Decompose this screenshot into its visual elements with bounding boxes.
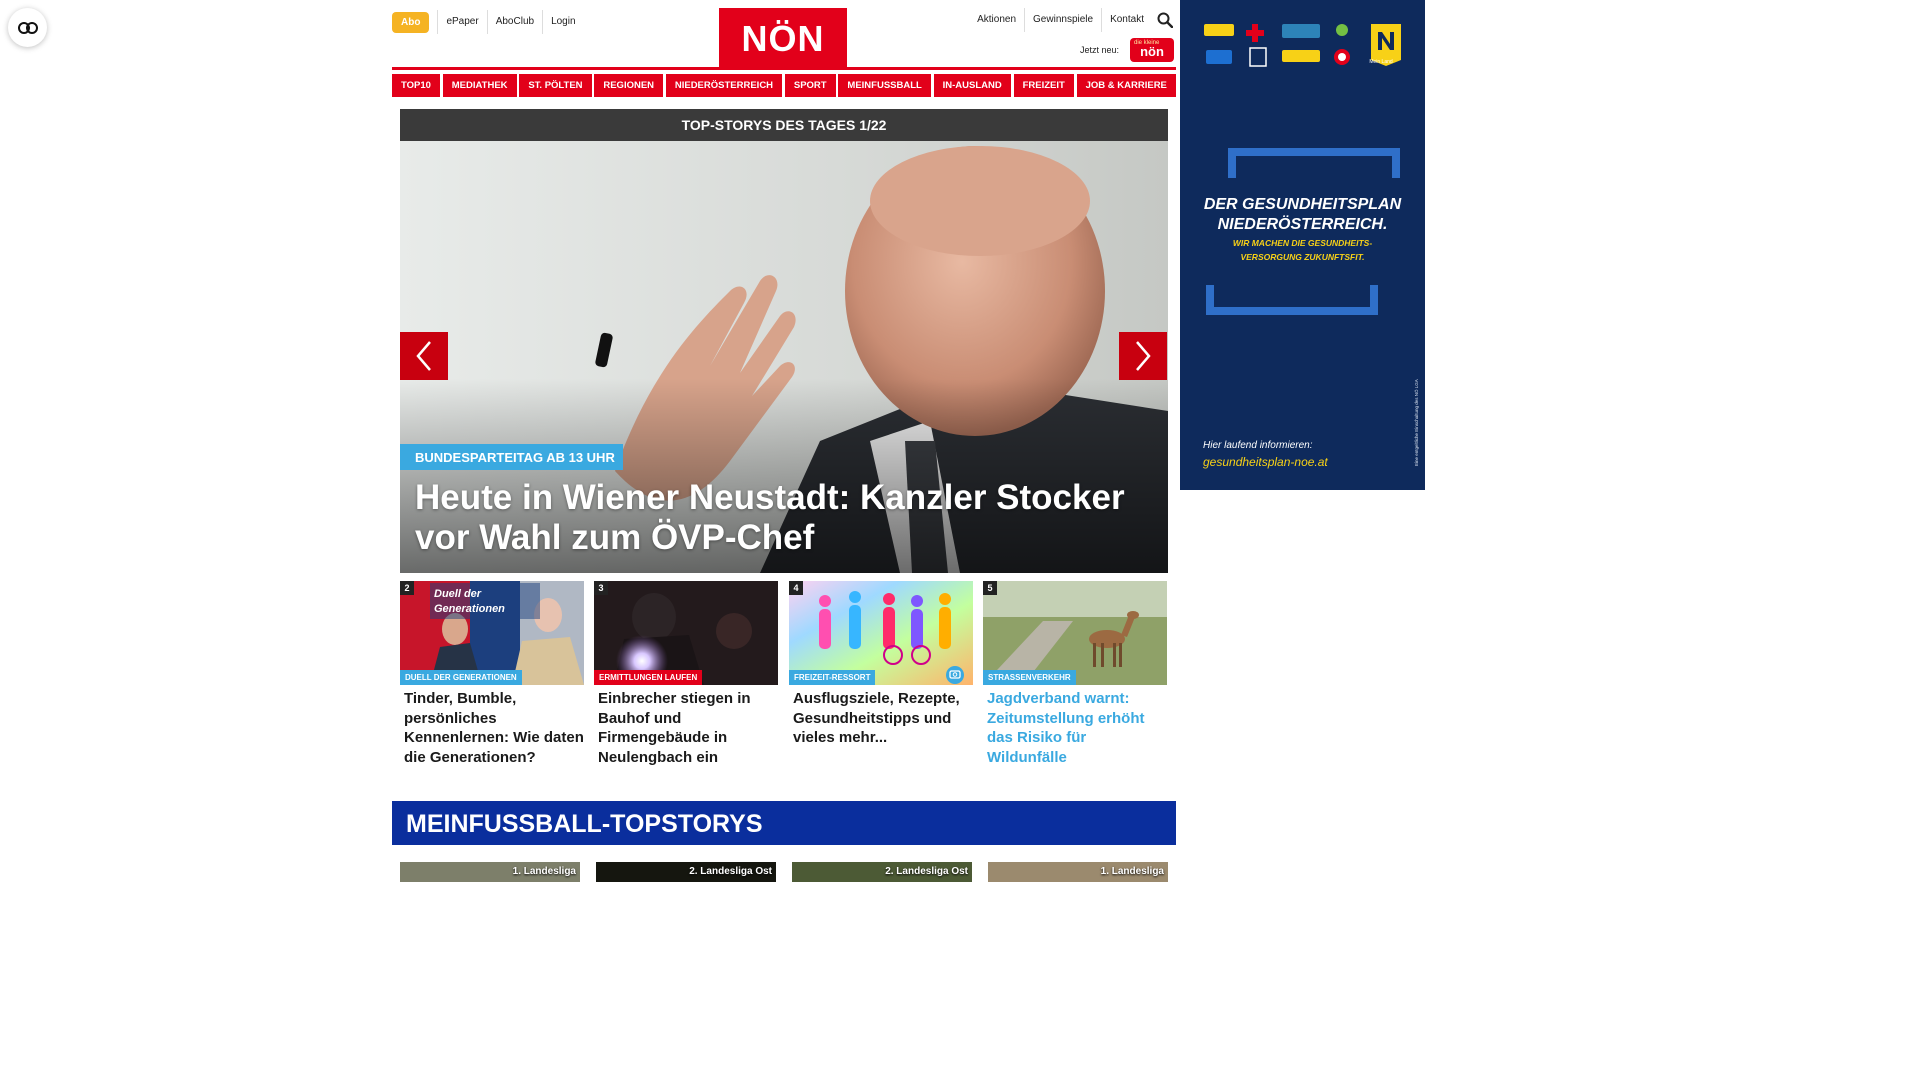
story-card[interactable]: 4 FREIZEIT-RESSORT Ausflugsziele, Rezept… [789, 581, 973, 748]
story-card[interactable]: 5 STRASSENVERKEHR Jagdverband warnt: Zei… [983, 581, 1167, 767]
story-tag: ERMITTLUNGEN LAUFEN [594, 670, 703, 685]
ad-subline: WIR MACHEN DIE GESUNDHEITS- VERSORGUNG Z… [1180, 236, 1425, 264]
football-story-thumb[interactable]: 2. Landesliga Ost [792, 862, 972, 882]
story-title[interactable]: Ausflugsziele, Rezepte, Gesundheitstipps… [793, 689, 973, 748]
story-rank: 5 [983, 581, 997, 595]
story-title[interactable]: Jagdverband warnt: Zeitumstellung erhöht… [987, 689, 1167, 767]
football-story-thumb[interactable]: 2. Landesliga Ost [596, 862, 776, 882]
story-card[interactable]: Duell der Generationen 2 DUELL DER GENER… [400, 581, 584, 767]
login-link[interactable]: Login [542, 10, 583, 34]
meinfussball-section-title: MEINFUSSBALL-TOPSTORYS [392, 801, 1176, 845]
story-tag: STRASSENVERKEHR [983, 670, 1076, 685]
nav-mediathek[interactable]: MEDIATHEK [442, 74, 517, 97]
story-tag: DUELL DER GENERATIONEN [400, 670, 522, 685]
hero-headline[interactable]: Heute in Wiener Neustadt: Kanzler Stocke… [415, 478, 1160, 558]
carousel-next-button[interactable] [1119, 332, 1167, 380]
gewinnspiele-link[interactable]: Gewinnspiele [1024, 8, 1101, 32]
right-utility-nav: Aktionen Gewinnspiele Kontakt [969, 8, 1176, 32]
nav-in-ausland[interactable]: IN-AUSLAND [933, 74, 1011, 97]
ad-info-text: Hier laufend informieren: [1203, 440, 1313, 451]
aktionen-link[interactable]: Aktionen [969, 8, 1024, 32]
football-league-label: 2. Landesliga Ost [689, 866, 772, 877]
ad-url-link[interactable]: gesundheitsplan-noe.at [1203, 455, 1328, 469]
story-thumbnail: 5 STRASSENVERKEHR [983, 581, 1167, 685]
ad-headline-line2: NIEDERÖSTERREICH. [1217, 216, 1388, 233]
search-button[interactable] [1154, 8, 1176, 32]
nav-freizeit[interactable]: FREIZEIT [1013, 74, 1074, 97]
abo-button[interactable]: Abo [392, 11, 430, 33]
header-divider [392, 67, 1176, 70]
story-tag: FREIZEIT-RESSORT [789, 670, 876, 685]
story-thumbnail: 4 FREIZEIT-RESSORT [789, 581, 973, 685]
story-rank: 2 [400, 581, 414, 595]
story-card[interactable]: 3 ERMITTLUNGEN LAUFEN Einbrecher stiegen… [594, 581, 778, 767]
hero-category-badge: BUNDESPARTEITAG AB 13 UHR [400, 444, 623, 470]
kleine-noen-badge-top: die kleine [1134, 40, 1160, 46]
ad-headline: DER GESUNDHEITSPLAN NIEDERÖSTERREICH. [1180, 195, 1425, 235]
reader-mode-button[interactable] [8, 8, 47, 47]
noen-logo[interactable]: NÖN [719, 8, 847, 68]
epaper-link[interactable]: ePaper [437, 10, 486, 34]
story-title[interactable]: Tinder, Bumble, persönliches Kennenlerne… [404, 689, 584, 767]
nav-job-karriere[interactable]: JOB & KARRIERE [1076, 74, 1176, 97]
nav-meinfussball[interactable]: MEINFUSSBALL [838, 74, 931, 97]
ad-headline-line1: DER GESUNDHEITSPLAN [1203, 196, 1402, 213]
ad-subline-line2: VERSORGUNG ZUKUNFTSFIT. [1240, 252, 1365, 262]
top-stories-header: TOP-STORYS DES TAGES 1/22 [400, 109, 1168, 141]
nav-regionen[interactable]: REGIONEN [594, 74, 664, 97]
story-title[interactable]: Einbrecher stiegen in Bauhof und Firmeng… [598, 689, 778, 767]
football-league-label: 1. Landesliga [1100, 866, 1164, 877]
football-story-thumb[interactable]: 1. Landesliga [988, 862, 1168, 882]
nav-sport[interactable]: SPORT [784, 74, 836, 97]
ad-mein-land: Mein Land [1369, 59, 1393, 65]
story-rank: 3 [594, 581, 608, 595]
story-thumbnail: 3 ERMITTLUNGEN LAUFEN [594, 581, 778, 685]
chevron-left-icon [416, 341, 431, 371]
main-navigation: TOP10 MEDIATHEK ST. PÖLTEN REGIONEN NIED… [392, 74, 1176, 97]
carousel-prev-button[interactable] [400, 332, 448, 380]
football-league-label: 1. Landesliga [512, 866, 576, 877]
aboclub-link[interactable]: AboClub [486, 10, 542, 34]
reader-mode-icon [17, 21, 38, 34]
advertisement-banner[interactable]: Mein Land DER GESUNDHEITSPLAN NIEDERÖSTE… [1180, 0, 1425, 490]
kontakt-link[interactable]: Kontakt [1101, 8, 1152, 32]
chevron-right-icon [1136, 341, 1151, 371]
football-story-thumb[interactable]: 1. Landesliga [400, 862, 580, 882]
story-thumbnail: Duell der Generationen 2 DUELL DER GENER… [400, 581, 584, 685]
search-icon [1157, 12, 1173, 28]
ad-vertical-disclaimer: Eine entgeltliche Einschaltung des NÖ LG… [1414, 379, 1419, 466]
nav-top10[interactable]: TOP10 [392, 74, 440, 97]
nav-st-poelten[interactable]: ST. PÖLTEN [519, 74, 592, 97]
story-rank: 4 [789, 581, 803, 595]
top-utility-nav: Abo ePaper AboClub Login [392, 10, 584, 34]
story-thumbnail-overlay: Duell der Generationen [434, 588, 505, 615]
ad-subline-line1: WIR MACHEN DIE GESUNDHEITS- [1232, 238, 1373, 248]
nav-niederoesterreich[interactable]: NIEDERÖSTERREICH [665, 74, 783, 97]
jetzt-neu-label: Jetzt neu: [1080, 45, 1120, 55]
football-league-label: 2. Landesliga Ost [885, 866, 968, 877]
kleine-noen-badge[interactable]: die kleine nön [1130, 38, 1174, 62]
